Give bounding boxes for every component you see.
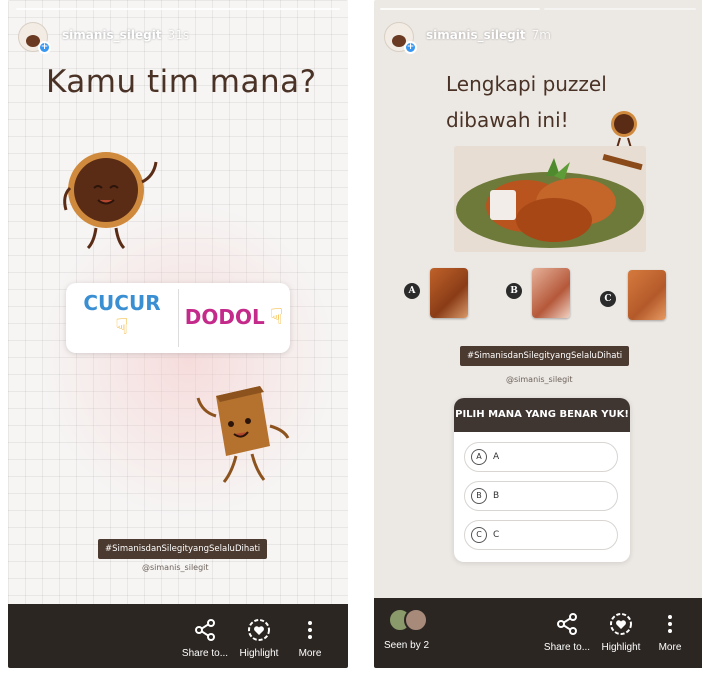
viewer-avatar: [404, 608, 428, 632]
quiz-option-c[interactable]: C C: [464, 520, 618, 550]
puzzle-piece-c[interactable]: [628, 270, 666, 320]
quiz-sticker[interactable]: PILIH MANA YANG BENAR YUK! A A B B C C: [454, 398, 630, 562]
puzzle-piece-b[interactable]: [532, 268, 570, 318]
more-vertical-icon: [668, 615, 672, 633]
pointing-down-hand-icon: ☟: [115, 315, 129, 340]
poll-option-dodol[interactable]: DODOL ☟: [178, 283, 290, 353]
seen-by-label: Seen by 2: [384, 640, 430, 651]
mention-tag[interactable]: @simanis_silegit: [142, 563, 209, 572]
profile-avatar[interactable]: +: [384, 22, 417, 54]
poll-option-label: CUCUR: [83, 291, 161, 315]
highlight-heart-icon: [248, 619, 270, 641]
poll-option-cucur[interactable]: CUCUR ☟: [66, 283, 178, 353]
story-title-line2: dibawah ini!: [446, 108, 569, 132]
share-label: Share to...: [181, 648, 229, 659]
share-button[interactable]: Share to...: [542, 612, 592, 653]
story-username[interactable]: simanis_silegit 31s: [62, 28, 189, 42]
story-progress-bar: [16, 8, 340, 10]
puzzle-piece-a[interactable]: [430, 268, 468, 318]
story-title: Kamu tim mana?: [46, 64, 317, 100]
highlight-label: Highlight: [239, 648, 279, 659]
viewer-avatars: [384, 608, 440, 634]
share-label: Share to...: [543, 642, 591, 653]
add-story-icon[interactable]: +: [38, 41, 51, 54]
story-bottom-bar: Share to... Highlight More: [8, 604, 348, 668]
option-text: B: [493, 491, 500, 501]
share-button[interactable]: Share to...: [180, 618, 230, 659]
piece-a-label: A: [404, 283, 420, 299]
profile-avatar[interactable]: +: [18, 22, 51, 54]
highlight-heart-icon: [610, 613, 632, 635]
poll-sticker[interactable]: CUCUR ☟ DODOL ☟: [66, 283, 290, 353]
quiz-option-a[interactable]: A A: [464, 442, 618, 472]
username-text: simanis_silegit: [62, 28, 162, 42]
cucur-mascot-icon: [63, 152, 158, 250]
story-time: 7m: [531, 28, 551, 42]
story-bottom-bar: Seen by 2 Share to... Highlight More: [374, 598, 702, 668]
story-progress-bar-2: [544, 8, 696, 10]
more-vertical-icon: [308, 621, 312, 639]
story-quiz: + simanis_silegit 7m Lengkapi puzzel diba…: [374, 0, 702, 668]
dodol-mascot-icon: [196, 386, 290, 483]
highlight-button[interactable]: Highlight: [232, 618, 286, 659]
highlight-label: Highlight: [601, 642, 641, 653]
seen-by-button[interactable]: Seen by 2: [384, 608, 440, 651]
share-icon: [557, 613, 577, 635]
story-progress-bar-1: [380, 8, 540, 10]
quiz-question: PILIH MANA YANG BENAR YUK!: [454, 398, 630, 432]
story-poll: + simanis_silegit 31s Kamu tim mana? CUCU…: [8, 0, 348, 668]
share-icon: [195, 619, 215, 641]
piece-b-label: B: [506, 283, 522, 299]
quiz-option-b[interactable]: B B: [464, 481, 618, 511]
piece-c-label: C: [600, 291, 616, 307]
food-photo: [454, 146, 646, 252]
story-time: 31s: [167, 28, 190, 42]
kue-cucur-image: [454, 146, 646, 252]
more-button[interactable]: More: [652, 612, 688, 653]
more-label: More: [658, 642, 682, 653]
more-label: More: [298, 648, 322, 659]
username-text: simanis_silegit: [426, 28, 526, 42]
add-story-icon[interactable]: +: [404, 41, 417, 54]
mention-tag[interactable]: @simanis_silegit: [506, 375, 573, 384]
pointing-down-hand-icon: ☟: [269, 305, 284, 330]
option-letter-badge: A: [471, 449, 487, 465]
option-letter-badge: B: [471, 488, 487, 504]
option-text: C: [493, 530, 500, 540]
highlight-button[interactable]: Highlight: [594, 612, 648, 653]
option-letter-badge: C: [471, 527, 487, 543]
hashtag-sticker[interactable]: #SimanisdanSilegityangSelaluDihati: [460, 346, 630, 366]
story-username[interactable]: simanis_silegit 7m: [426, 28, 551, 42]
hashtag-sticker[interactable]: #SimanisdanSilegityangSelaluDihati: [98, 539, 268, 559]
more-button[interactable]: More: [292, 618, 328, 659]
story-title-line1: Lengkapi puzzel: [446, 72, 607, 96]
option-text: A: [493, 452, 500, 462]
poll-option-label: DODOL: [184, 305, 265, 329]
